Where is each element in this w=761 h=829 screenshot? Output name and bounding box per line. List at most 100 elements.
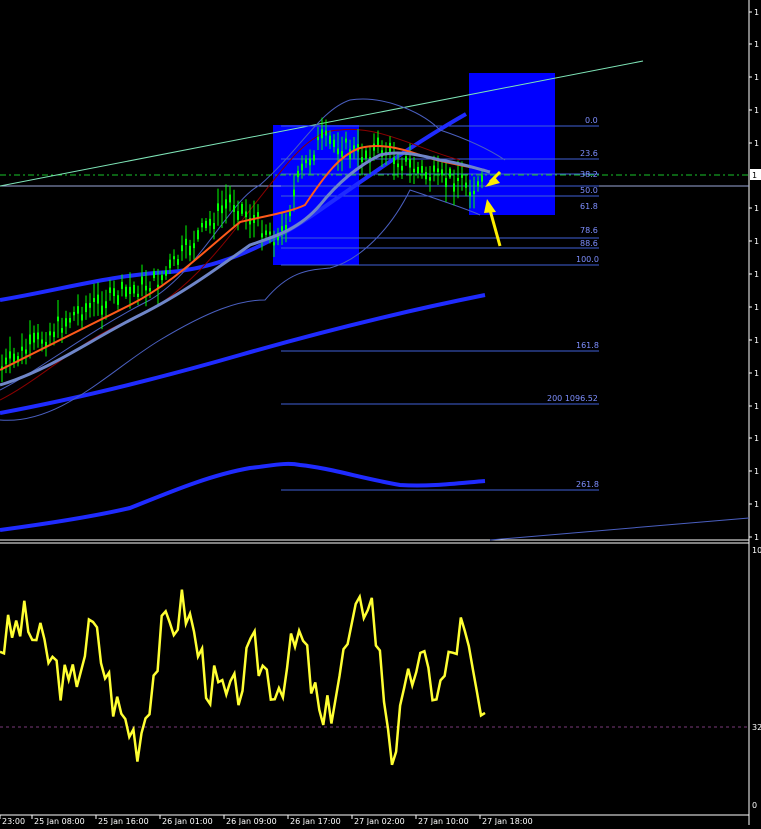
candle-body [245,211,247,218]
candle-body [333,139,335,148]
fib-level-label: 161.8 [576,341,599,350]
candle-body [433,165,435,172]
oscillator-axis-top: 10 [752,546,761,555]
price-tick-label: 1 [754,500,759,509]
price-tick-label: 1 [754,402,759,411]
fib-level-label: 23.6 [580,149,598,158]
candle-body [289,210,291,217]
candle-body [313,154,315,161]
candle-body [125,286,127,297]
candle-body [449,168,451,178]
candle-body [305,159,307,164]
candle-body [329,135,331,144]
price-tick-label: 1 [754,336,759,345]
candle-body [57,316,59,322]
candle-body [461,174,463,178]
time-axis-label: 25 Jan 08:00 [34,817,85,825]
candle-body [41,339,43,344]
candle-body [429,177,431,181]
candle-body [473,190,475,195]
candle-body [213,223,215,229]
candle-body [297,170,299,178]
candle-body [201,223,203,228]
candle-body [441,169,443,176]
candle-body [241,204,243,214]
candle-body [321,129,323,139]
candle-body [61,328,63,333]
time-axis-label: 27 Jan 18:00 [482,817,533,825]
candle-body [117,295,119,305]
candle-body [393,157,395,165]
candle-body [169,259,171,269]
candle-body [29,334,31,345]
candle-body [421,166,423,173]
candle-body [373,143,375,151]
price-tick-label: 1 [754,237,759,246]
candle-body [121,281,123,289]
candle-body [469,192,471,197]
time-axis-label: 23:00 [2,817,25,825]
candle-body [273,242,275,246]
time-axis-label: 26 Jan 01:00 [162,817,213,825]
candle-body [413,168,415,173]
time-axis-label: 27 Jan 02:00 [354,817,405,825]
fib-level-label: 61.8 [580,202,598,211]
candle-body [481,175,483,182]
candle-body [197,230,199,240]
fib-level-label: 88.6 [580,239,598,248]
time-axis-label: 26 Jan 17:00 [290,817,341,825]
candle-body [465,182,467,188]
candle-body [49,331,51,336]
oscillator-axis-mid: 32 [752,723,761,732]
candle-body [101,305,103,315]
candle-body [337,148,339,155]
candle-body [177,259,179,265]
candle-body [345,138,347,143]
price-tick-label: 1 [754,434,759,443]
candle-body [105,301,107,309]
fib-level-label: 200 1096.52 [547,394,598,403]
current-price-badge-text: 1 [752,171,757,180]
candle-body [237,211,239,220]
time-axis-label: 27 Jan 10:00 [418,817,469,825]
candle-body [129,286,131,295]
candle-body [425,172,427,180]
candle-body [189,245,191,256]
candle-body [325,130,327,136]
candle-body [233,205,235,212]
candle-body [477,181,479,187]
candle-body [405,156,407,162]
oscillator-axis-bottom: 0 [752,801,757,810]
candle-body [281,226,283,232]
chart-canvas: 0.0 23.6 38.2 50.0 61.8 78.6 88.6 100.0 161.8 200… [0,0,761,826]
price-tick-label: 1 [754,204,759,213]
candle-body [93,298,95,302]
candle-body [309,158,311,166]
candle-body [361,157,363,162]
candle-body [417,166,419,174]
candle-body [109,287,111,293]
price-tick-label: 1 [754,467,759,476]
candle-body [193,243,195,249]
fib-level-label: 50.0 [580,186,598,195]
fib-level-label: 0.0 [585,116,598,125]
candle-body [13,353,15,363]
candle-body [293,189,295,197]
candle-body [5,357,7,365]
candle-body [81,314,83,321]
candle-body [77,306,79,314]
candle-body [269,231,271,235]
candle-body [53,331,55,338]
oscillator-series [0,589,486,766]
candle-body [221,205,223,214]
candle-body [365,150,367,159]
time-axis: 23:00 25 Jan 08:00 25 Jan 16:00 26 Jan 01:0… [0,815,533,826]
candle-body [69,317,71,323]
candle-body [73,311,75,316]
fib-level-label: 78.6 [580,226,598,235]
candle-body [37,332,39,340]
ma-thick-3 [0,461,486,532]
price-tick-label: 1 [754,139,759,148]
candle-body [445,177,447,188]
price-tick-label: 1 [754,73,759,82]
